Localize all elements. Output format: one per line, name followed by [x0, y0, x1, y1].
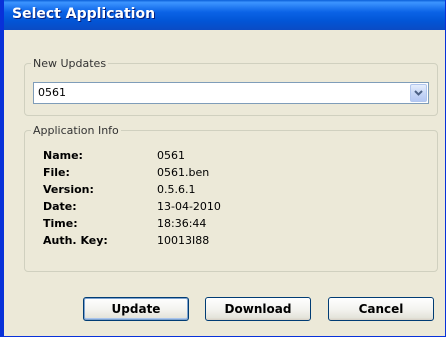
file-value: 0561.ben [157, 166, 210, 179]
file-label: File: [43, 166, 70, 179]
time-label: Time: [43, 217, 78, 230]
chevron-down-icon [414, 90, 423, 96]
auth-key-label: Auth. Key: [43, 234, 108, 247]
dropdown-button[interactable] [410, 84, 427, 102]
update-select-value: 0561 [38, 86, 66, 99]
time-value: 18:36:44 [157, 217, 207, 230]
select-application-dialog: Select Application New Updates 0561 Appl… [0, 0, 446, 337]
date-label: Date: [43, 200, 77, 213]
update-select[interactable]: 0561 [33, 82, 429, 104]
auth-key-value: 10013I88 [157, 234, 210, 247]
cancel-button[interactable]: Cancel [328, 297, 434, 321]
name-value: 0561 [157, 149, 185, 162]
application-info-group: Application Info Name: 0561 File: 0561.b… [24, 124, 438, 272]
download-button[interactable]: Download [205, 297, 311, 321]
version-label: Version: [43, 183, 94, 196]
window-title: Select Application [12, 6, 156, 22]
application-info-legend: Application Info [33, 124, 119, 137]
name-label: Name: [43, 149, 83, 162]
new-updates-group: New Updates 0561 [24, 57, 438, 116]
new-updates-legend: New Updates [33, 57, 107, 70]
version-value: 0.5.6.1 [157, 183, 196, 196]
title-bar[interactable]: Select Application [4, 0, 445, 30]
date-value: 13-04-2010 [157, 200, 221, 213]
update-button[interactable]: Update [83, 297, 189, 321]
